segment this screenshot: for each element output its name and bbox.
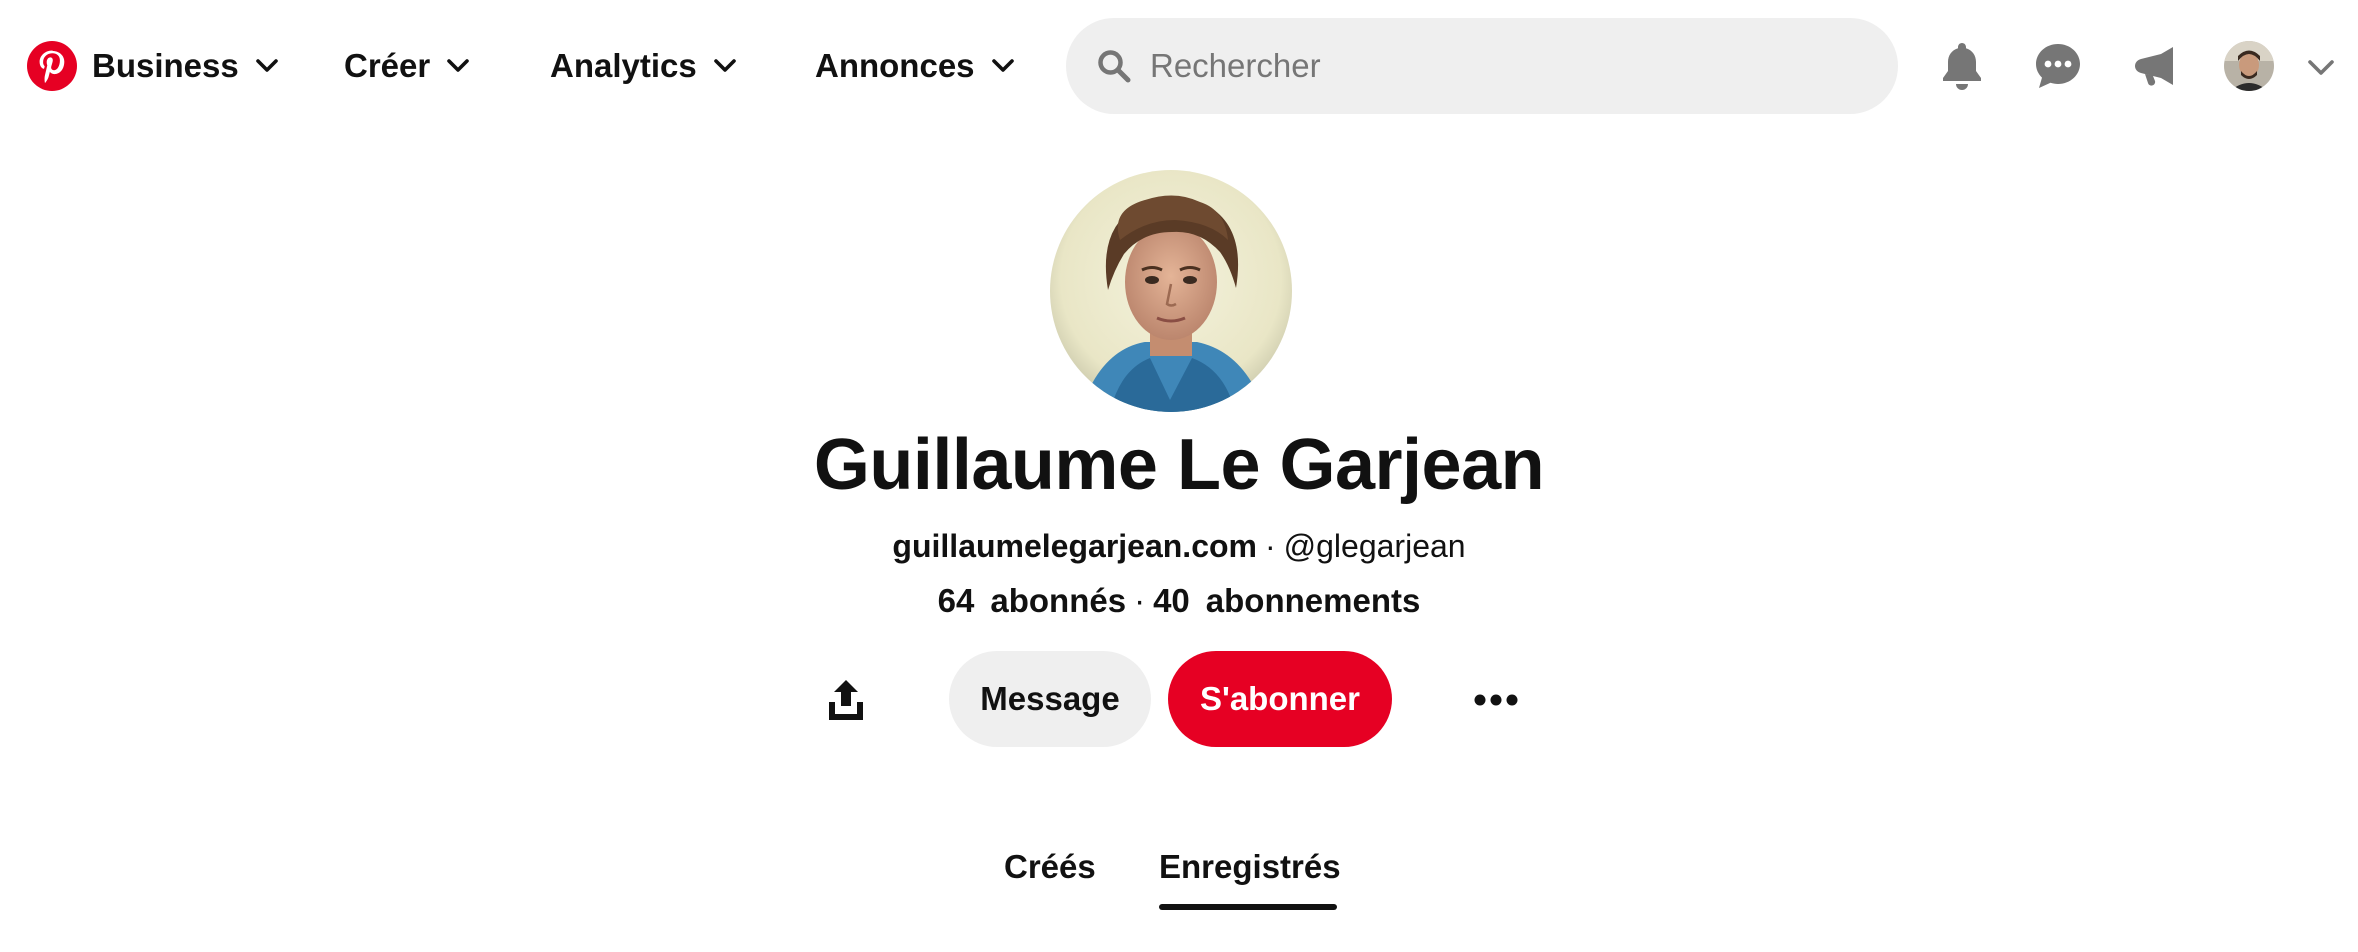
tab-created[interactable]: Créés — [1004, 848, 1096, 886]
nav-business-menu[interactable]: Business — [92, 38, 279, 94]
active-tab-indicator — [1159, 904, 1337, 910]
followers-count: 64 — [937, 582, 975, 619]
more-options-button[interactable] — [1462, 666, 1530, 734]
more-options-icon — [1474, 694, 1518, 706]
pinterest-logo-icon[interactable] — [27, 41, 77, 91]
profile-stats: 64 abonnés · 40 abonnements — [0, 582, 2358, 620]
chevron-down-icon[interactable] — [2306, 52, 2336, 82]
chevron-down-icon — [255, 59, 278, 72]
nav-analytics-menu[interactable]: Analytics — [550, 38, 737, 94]
share-icon — [829, 680, 863, 720]
nav-analytics-label: Analytics — [550, 47, 697, 84]
account-avatar-image — [2224, 41, 2274, 91]
separator-dot: · — [1264, 528, 1276, 564]
nav-business-label: Business — [92, 47, 239, 84]
chat-icon — [2036, 44, 2080, 88]
megaphone-icon — [2135, 47, 2173, 86]
chevron-down-icon — [991, 59, 1014, 72]
nav-create-label: Créer — [344, 47, 431, 84]
profile-avatar — [1050, 170, 1292, 412]
messages-button[interactable] — [2028, 36, 2088, 96]
updates-button[interactable] — [2126, 36, 2186, 96]
subscribe-button[interactable]: S'abonner — [1168, 651, 1392, 747]
nav-create-menu[interactable]: Créer — [344, 38, 470, 94]
profile-website-handle-line: guillaumelegarjean.com · @glegarjean — [0, 528, 2358, 565]
followers-stat[interactable]: 64 abonnés — [938, 582, 1126, 619]
share-button[interactable] — [812, 666, 880, 734]
following-label: abonnements — [1205, 582, 1421, 619]
notifications-button[interactable] — [1932, 36, 1992, 96]
chevron-down-icon — [447, 59, 470, 72]
chevron-down-icon — [713, 59, 736, 72]
profile-website-link[interactable]: guillaumelegarjean.com — [892, 528, 1257, 564]
account-avatar[interactable] — [2224, 41, 2274, 91]
message-button[interactable]: Message — [949, 651, 1151, 747]
separator-dot: · — [1134, 582, 1146, 619]
following-stat[interactable]: 40 abonnements — [1153, 582, 1420, 619]
bell-icon — [1943, 43, 1981, 90]
search-bar[interactable] — [1066, 18, 1898, 114]
profile-handle: @glegarjean — [1283, 528, 1466, 564]
following-count: 40 — [1153, 582, 1190, 619]
profile-photo — [1050, 170, 1292, 412]
nav-ads-label: Annonces — [815, 47, 975, 84]
search-input[interactable] — [1148, 36, 1848, 96]
tab-saved[interactable]: Enregistrés — [1159, 848, 1341, 886]
followers-label: abonnés — [990, 582, 1127, 619]
search-icon — [1098, 50, 1131, 83]
profile-name: Guillaume Le Garjean — [813, 425, 1545, 505]
nav-ads-menu[interactable]: Annonces — [815, 38, 1015, 94]
top-navigation-bar: Business Créer Analytics Annonces — [0, 0, 2358, 134]
